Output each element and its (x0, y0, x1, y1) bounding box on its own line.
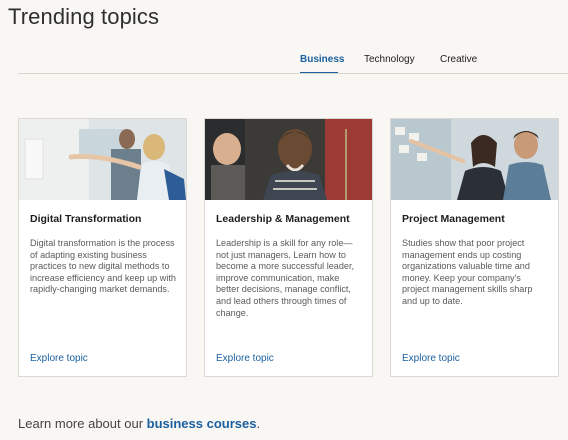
explore-topic-link[interactable]: Explore topic (402, 353, 460, 364)
card-title: Project Management (402, 213, 505, 225)
topic-tabs: Business Technology Creative (0, 52, 568, 74)
card-image-team-meeting (205, 119, 372, 200)
business-courses-link[interactable]: business courses (147, 416, 257, 431)
card-title: Digital Transformation (30, 213, 142, 225)
tab-business[interactable]: Business (300, 54, 344, 65)
topic-card-project-management[interactable]: Project Management Studies show that poo… (390, 118, 559, 377)
card-description: Studies show that poor project managemen… (402, 238, 533, 306)
page-title: Trending topics (8, 4, 160, 29)
footer-text: Learn more about our (18, 416, 147, 431)
tabs-divider (18, 73, 568, 74)
tab-technology[interactable]: Technology (364, 54, 415, 65)
card-image-office-whiteboard (19, 119, 186, 200)
footer-cta: Learn more about our business courses. (18, 416, 260, 431)
card-description: Leadership is a skill for any role—not j… (216, 238, 354, 318)
explore-topic-link[interactable]: Explore topic (216, 353, 274, 364)
topic-card-leadership-management[interactable]: Leadership & Management Leadership is a … (204, 118, 373, 377)
topic-card-digital-transformation[interactable]: Digital Transformation Digital transform… (18, 118, 187, 377)
card-description: Digital transformation is the process of… (30, 238, 176, 295)
explore-topic-link[interactable]: Explore topic (30, 353, 88, 364)
card-image-planning-board (391, 119, 558, 200)
card-title: Leadership & Management (216, 213, 350, 225)
tab-creative[interactable]: Creative (440, 54, 477, 65)
footer-period: . (256, 416, 261, 431)
